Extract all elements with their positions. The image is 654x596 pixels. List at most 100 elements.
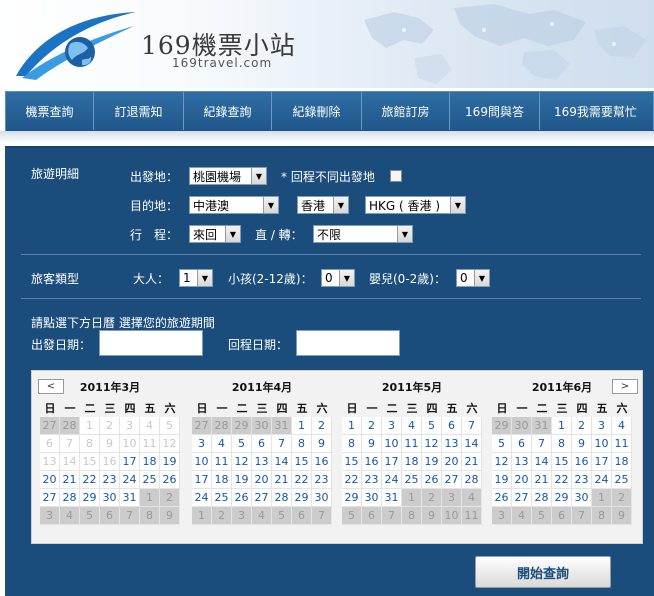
calendar-day[interactable]: 15 bbox=[342, 453, 362, 471]
calendar-day[interactable]: 8 bbox=[552, 435, 572, 453]
calendar-day[interactable]: 16 bbox=[572, 453, 592, 471]
calendar-day[interactable]: 27 bbox=[252, 489, 272, 507]
calendar-day[interactable]: 20 bbox=[442, 453, 462, 471]
calendar-day[interactable]: 6 bbox=[252, 435, 272, 453]
calendar-day[interactable]: 9 bbox=[362, 435, 382, 453]
calendar-day[interactable]: 7 bbox=[272, 435, 292, 453]
calendar-day[interactable]: 17 bbox=[192, 471, 212, 489]
calendar-day[interactable]: 17 bbox=[592, 453, 612, 471]
calendar-day[interactable]: 9 bbox=[312, 435, 332, 453]
calendar-day[interactable]: 26 bbox=[232, 489, 252, 507]
calendar-day[interactable]: 19 bbox=[492, 471, 512, 489]
calendar-day[interactable]: 12 bbox=[492, 453, 512, 471]
calendar-day[interactable]: 26 bbox=[492, 489, 512, 507]
calendar-day[interactable]: 18 bbox=[402, 453, 422, 471]
calendar-day[interactable]: 1 bbox=[292, 417, 312, 435]
calendar-day[interactable]: 2 bbox=[362, 417, 382, 435]
origin-select[interactable]: 桃園機場 ▼ bbox=[189, 167, 267, 185]
calendar-day[interactable]: 21 bbox=[532, 471, 552, 489]
calendar-day[interactable]: 29 bbox=[292, 489, 312, 507]
calendar-day[interactable]: 30 bbox=[100, 489, 120, 507]
calendar-day[interactable]: 23 bbox=[100, 471, 120, 489]
calendar-day[interactable]: 18 bbox=[212, 471, 232, 489]
nav-record-lookup[interactable]: 紀錄查詢 bbox=[184, 92, 272, 130]
calendar-day[interactable]: 28 bbox=[60, 489, 80, 507]
calendar-day[interactable]: 30 bbox=[572, 489, 592, 507]
calendar-day[interactable]: 30 bbox=[362, 489, 382, 507]
calendar-day[interactable]: 21 bbox=[272, 471, 292, 489]
calendar-day[interactable]: 26 bbox=[422, 471, 442, 489]
calendar-day[interactable]: 23 bbox=[362, 471, 382, 489]
nav-booking-notes[interactable]: 訂退需知 bbox=[94, 92, 184, 130]
calendar-day[interactable]: 14 bbox=[272, 453, 292, 471]
calendar-day[interactable]: 23 bbox=[312, 471, 332, 489]
calendar-day[interactable]: 27 bbox=[40, 489, 60, 507]
calendar-day[interactable]: 1 bbox=[342, 417, 362, 435]
calendar-day[interactable]: 13 bbox=[442, 435, 462, 453]
calendar-day[interactable]: 22 bbox=[342, 471, 362, 489]
calendar-day[interactable]: 23 bbox=[572, 471, 592, 489]
calendar-day[interactable]: 28 bbox=[272, 489, 292, 507]
calendar-day[interactable]: 19 bbox=[232, 471, 252, 489]
calendar-day[interactable]: 20 bbox=[252, 471, 272, 489]
calendar-day[interactable]: 29 bbox=[80, 489, 100, 507]
calendar-day[interactable]: 13 bbox=[252, 453, 272, 471]
calendar-day[interactable]: 10 bbox=[192, 453, 212, 471]
calendar-day[interactable]: 2 bbox=[572, 417, 592, 435]
calendar-day[interactable]: 22 bbox=[552, 471, 572, 489]
destination-region-select[interactable]: 中港澳 ▼ bbox=[189, 196, 279, 214]
calendar-day[interactable]: 4 bbox=[402, 417, 422, 435]
start-search-button[interactable]: 開始查詢 bbox=[475, 556, 611, 588]
calendar-day[interactable]: 4 bbox=[212, 435, 232, 453]
calendar-day[interactable]: 30 bbox=[312, 489, 332, 507]
calendar-day[interactable]: 28 bbox=[462, 471, 482, 489]
calendar-day[interactable]: 24 bbox=[592, 471, 612, 489]
itinerary-select[interactable]: 來回 ▼ bbox=[189, 225, 241, 243]
calendar-day[interactable]: 3 bbox=[592, 417, 612, 435]
nav-help[interactable]: 169我需要幫忙 bbox=[540, 92, 654, 130]
calendar-day[interactable]: 24 bbox=[192, 489, 212, 507]
calendar-day[interactable]: 2 bbox=[312, 417, 332, 435]
nav-faq[interactable]: 169問與答 bbox=[450, 92, 540, 130]
calendar-day[interactable]: 27 bbox=[442, 471, 462, 489]
calendar-day[interactable]: 16 bbox=[312, 453, 332, 471]
calendar-day[interactable]: 14 bbox=[532, 453, 552, 471]
calendar-day[interactable]: 19 bbox=[160, 453, 180, 471]
direct-transfer-select[interactable]: 不限 ▼ bbox=[313, 225, 413, 243]
calendar-day[interactable]: 25 bbox=[402, 471, 422, 489]
calendar-day[interactable]: 3 bbox=[192, 435, 212, 453]
calendar-day[interactable]: 11 bbox=[402, 435, 422, 453]
calendar-day[interactable]: 17 bbox=[120, 453, 140, 471]
calendar-day[interactable]: 15 bbox=[292, 453, 312, 471]
calendar-day[interactable]: 6 bbox=[442, 417, 462, 435]
calendar-day[interactable]: 11 bbox=[612, 435, 632, 453]
nav-ticket-search[interactable]: 機票查詢 bbox=[6, 92, 94, 130]
calendar-day[interactable]: 14 bbox=[462, 435, 482, 453]
calendar-day[interactable]: 27 bbox=[512, 489, 532, 507]
depart-date-input[interactable] bbox=[99, 330, 203, 356]
calendar-day[interactable]: 29 bbox=[342, 489, 362, 507]
calendar-day[interactable]: 15 bbox=[552, 453, 572, 471]
calendar-day[interactable]: 10 bbox=[382, 435, 402, 453]
calendar-day[interactable]: 7 bbox=[462, 417, 482, 435]
calendar-day[interactable]: 20 bbox=[512, 471, 532, 489]
calendar-day[interactable]: 17 bbox=[382, 453, 402, 471]
calendar-day[interactable]: 19 bbox=[422, 453, 442, 471]
calendar-day[interactable]: 18 bbox=[612, 453, 632, 471]
infant-count-select[interactable]: 0 ▼ bbox=[456, 269, 490, 287]
calendar-day[interactable]: 7 bbox=[532, 435, 552, 453]
calendar-day[interactable]: 5 bbox=[232, 435, 252, 453]
calendar-day[interactable]: 28 bbox=[532, 489, 552, 507]
calendar-day[interactable]: 12 bbox=[422, 435, 442, 453]
calendar-day[interactable]: 31 bbox=[120, 489, 140, 507]
calendar-day[interactable]: 31 bbox=[382, 489, 402, 507]
calendar-day[interactable]: 8 bbox=[292, 435, 312, 453]
calendar-day[interactable]: 11 bbox=[212, 453, 232, 471]
calendar-day[interactable]: 6 bbox=[512, 435, 532, 453]
return-date-input[interactable] bbox=[296, 330, 400, 356]
diff-return-checkbox[interactable] bbox=[390, 170, 402, 182]
child-count-select[interactable]: 0 ▼ bbox=[321, 269, 355, 287]
destination-airport-select[interactable]: HKG ( 香港 ) ▼ bbox=[365, 196, 466, 214]
adult-count-select[interactable]: 1 ▼ bbox=[179, 269, 213, 287]
calendar-day[interactable]: 18 bbox=[140, 453, 160, 471]
